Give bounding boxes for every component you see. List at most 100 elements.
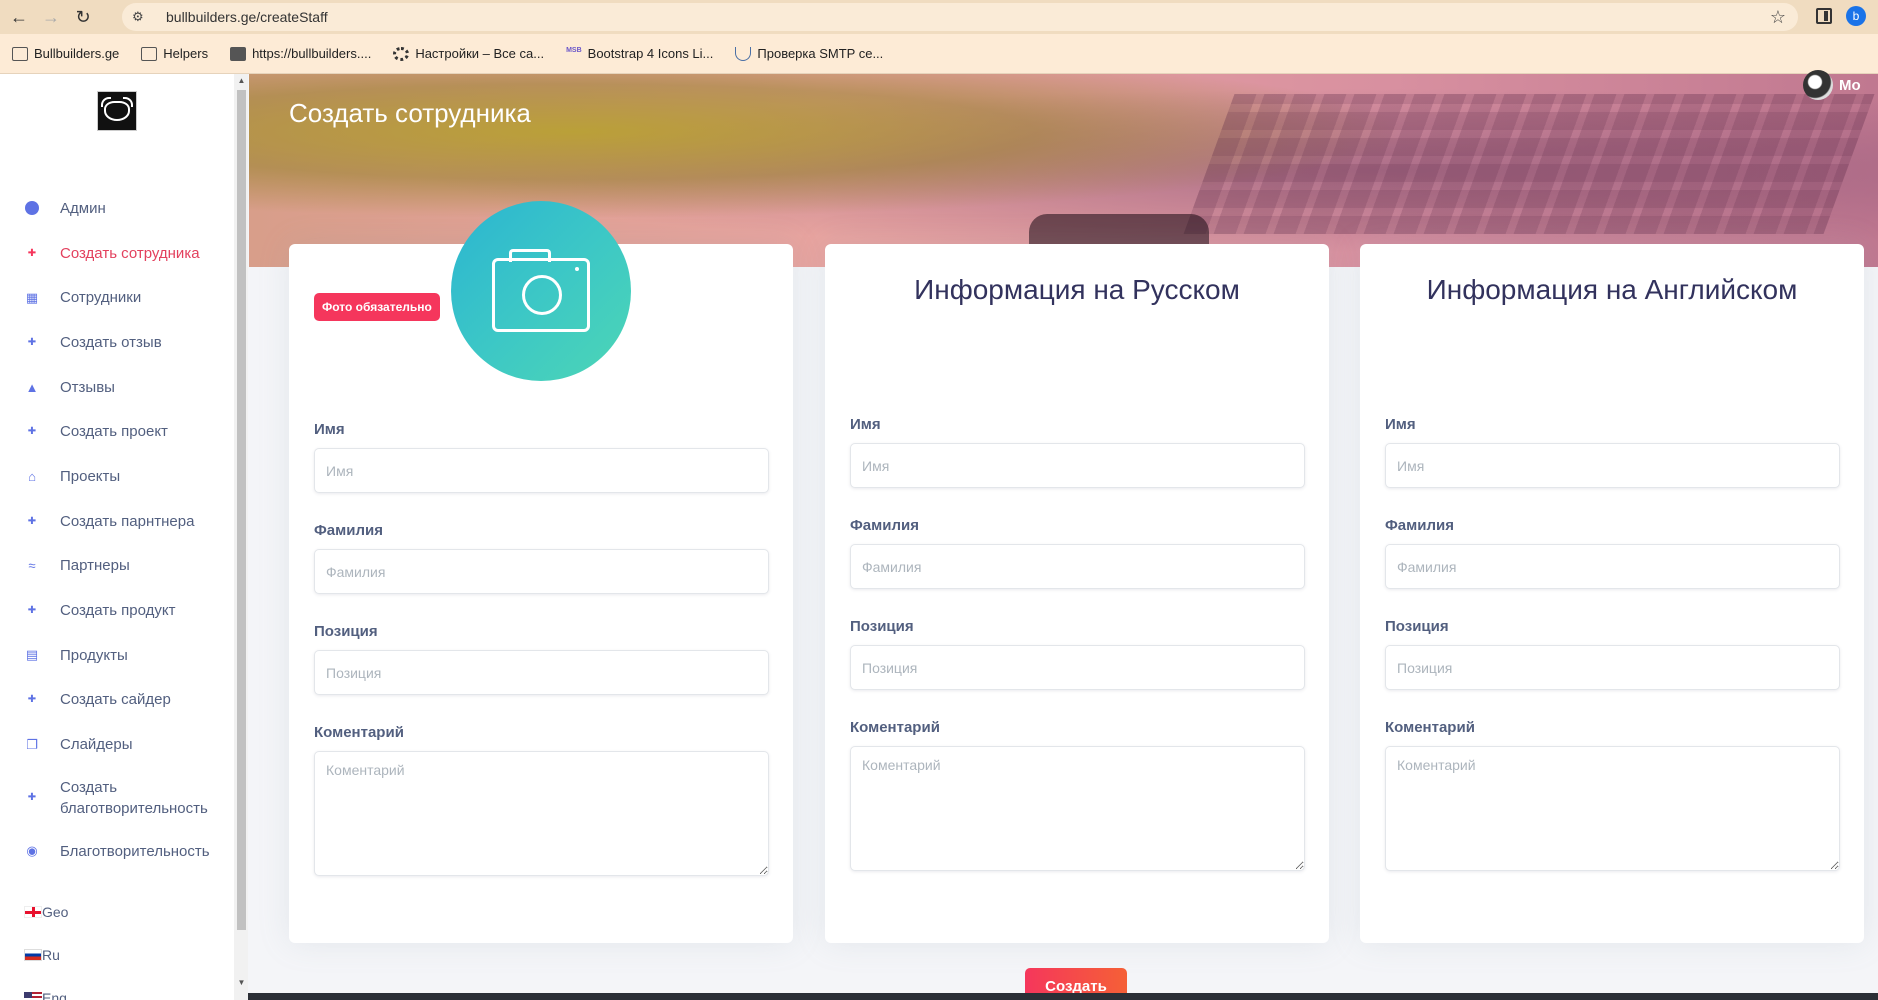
thumbs-up-icon: ▲ xyxy=(25,379,39,395)
en-last-name-input[interactable] xyxy=(1385,544,1840,589)
sidebar-item-label: Создать сотрудника xyxy=(60,244,200,262)
ru-position-label: Позиция xyxy=(850,618,914,635)
site-settings-icon[interactable]: ⚙ xyxy=(132,9,152,25)
en-first-name-input[interactable] xyxy=(1385,443,1840,488)
en-comment-label: Коментарий xyxy=(1385,719,1475,736)
user-menu[interactable]: Mo xyxy=(1803,70,1861,100)
en-last-name-label: Фамилия xyxy=(1385,517,1454,534)
bookmarks-bar: Bullbuilders.ge Helpers https://bullbuil… xyxy=(0,34,1878,74)
last-name-input[interactable] xyxy=(314,549,769,594)
taskbar xyxy=(248,993,1878,1000)
brand-logo[interactable] xyxy=(97,91,137,131)
sidebar-item-create-project[interactable]: ✚ Создать проект xyxy=(0,409,232,454)
gear-icon xyxy=(393,46,410,61)
usa-flag-icon xyxy=(24,991,42,1000)
side-panel-icon[interactable] xyxy=(1816,8,1832,24)
en-comment-textarea[interactable] xyxy=(1385,746,1840,871)
camera-icon xyxy=(492,249,590,332)
avatar[interactable] xyxy=(1803,70,1833,100)
sidebar-item-label: Партнеры xyxy=(60,557,130,575)
scroll-down-icon[interactable]: ▼ xyxy=(237,978,246,987)
handshake-icon: ≈ xyxy=(28,558,36,574)
sidebar-item-create-slider[interactable]: ✚ Создать сайдер xyxy=(0,678,232,723)
ru-comment-textarea[interactable] xyxy=(850,746,1305,871)
position-input[interactable] xyxy=(314,650,769,695)
bookmark-item[interactable]: https://bullbuilders.... xyxy=(230,46,371,61)
en-info-card: Информация на Английском Имя Фамилия Поз… xyxy=(1360,244,1864,943)
url-text[interactable]: bullbuilders.ge/createStaff xyxy=(166,9,328,25)
back-icon[interactable]: ← xyxy=(6,4,32,30)
bookmark-item[interactable]: Helpers xyxy=(141,46,208,61)
sidebar-item-create-product[interactable]: ✚ Создать продукт xyxy=(0,588,232,633)
sidebar-item-reviews[interactable]: ▲ Отзывы xyxy=(0,365,232,410)
sidebar-item-label: Создать продукт xyxy=(60,602,176,620)
site-favicon-icon xyxy=(230,46,247,61)
sidebar-item-label: Слайдеры xyxy=(60,736,133,754)
sidebar-scrollbar-thumb[interactable] xyxy=(237,90,246,930)
reload-icon[interactable]: ↻ xyxy=(70,4,96,30)
address-bar[interactable]: ⚙ bullbuilders.ge/createStaff ☆ xyxy=(122,3,1798,31)
comment-label: Коментарий xyxy=(314,724,404,741)
bookmark-label: Bootstrap 4 Icons Li... xyxy=(587,46,714,61)
plus-icon: ✚ xyxy=(27,605,37,617)
sidebar-item-charity[interactable]: ◉ Благотворительность xyxy=(0,829,232,874)
en-position-label: Позиция xyxy=(1385,618,1449,635)
en-card-title: Информация на Английском xyxy=(1426,274,1798,305)
lang-eng[interactable]: Eng xyxy=(24,976,68,1000)
first-name-input[interactable] xyxy=(314,448,769,493)
position-label: Позиция xyxy=(314,623,378,640)
ru-first-name-label: Имя xyxy=(850,416,881,433)
lang-label: Ru xyxy=(42,946,60,963)
first-name-label: Имя xyxy=(314,421,345,438)
bull-logo-icon xyxy=(101,97,133,121)
plus-icon: ✚ xyxy=(27,247,37,259)
ru-info-card: Информация на Русском Имя Фамилия Позици… xyxy=(825,244,1329,943)
sidebar-item-partners[interactable]: ≈ Партнеры xyxy=(0,544,232,589)
photo-card: Фото обязательно Имя Фамилия Позиция Ком… xyxy=(289,201,793,943)
comment-textarea[interactable] xyxy=(314,751,769,876)
sidebar-item-products[interactable]: ▤ Продукты xyxy=(0,633,232,678)
ru-card-title: Информация на Русском xyxy=(914,274,1240,305)
sidebar-nav: Админ ✚ Создать сотрудника ▦ Сотрудники ✚ С… xyxy=(0,186,232,874)
store-icon: ⌂ xyxy=(28,468,36,484)
keyboard-decoration xyxy=(1183,94,1875,234)
sidebar-item-staff[interactable]: ▦ Сотрудники xyxy=(0,275,232,320)
sidebar-item-create-partner[interactable]: ✚ Создать парнтнера xyxy=(0,499,232,544)
plus-icon: ✚ xyxy=(27,336,37,348)
folder-icon xyxy=(141,46,158,61)
sidebar-item-create-charity[interactable]: ✚ Создать благотворительность xyxy=(0,767,232,829)
en-position-input[interactable] xyxy=(1385,645,1840,690)
lang-geo[interactable]: Geo xyxy=(24,890,68,933)
sidebar-item-label: Сотрудники xyxy=(60,289,142,307)
user-name[interactable]: Mo xyxy=(1839,77,1861,94)
bookmark-item[interactable]: Настройки – Все са... xyxy=(393,46,544,61)
en-first-name-label: Имя xyxy=(1385,416,1416,433)
bookmark-item[interactable]: Проверка SMTP се... xyxy=(735,46,883,61)
bookmark-label: Настройки – Все са... xyxy=(415,46,545,61)
bookmark-item[interactable]: MSB Bootstrap 4 Icons Li... xyxy=(566,46,713,61)
photo-upload[interactable] xyxy=(451,201,631,381)
ru-last-name-input[interactable] xyxy=(850,544,1305,589)
ru-position-input[interactable] xyxy=(850,645,1305,690)
bookmark-item[interactable]: Bullbuilders.ge xyxy=(12,46,119,61)
page-title: Создать сотрудника xyxy=(289,98,531,128)
sidebar-item-label: Создать проект xyxy=(60,423,168,441)
forward-icon[interactable]: → xyxy=(38,4,64,30)
sidebar-item-create-review[interactable]: ✚ Создать отзыв xyxy=(0,320,232,365)
sidebar-item-label: Создать отзыв xyxy=(60,333,162,351)
plus-icon: ✚ xyxy=(27,426,37,438)
donate-icon: ◉ xyxy=(26,843,38,859)
sidebar-item-label: Админ xyxy=(60,199,106,217)
lang-label: Eng xyxy=(42,989,67,1000)
bookmark-star-icon[interactable]: ☆ xyxy=(1770,7,1786,28)
lang-ru[interactable]: Ru xyxy=(24,933,68,976)
profile-avatar[interactable]: b xyxy=(1846,6,1866,26)
ru-first-name-input[interactable] xyxy=(850,443,1305,488)
scroll-up-icon[interactable]: ▲ xyxy=(237,76,246,85)
sidebar-item-sliders[interactable]: ❐ Слайдеры xyxy=(0,722,232,767)
sidebar-item-projects[interactable]: ⌂ Проекты xyxy=(0,454,232,499)
sidebar-item-create-staff[interactable]: ✚ Создать сотрудника xyxy=(0,231,232,276)
sidebar-item-admin[interactable]: Админ xyxy=(0,186,232,231)
plus-icon: ✚ xyxy=(27,515,37,527)
sidebar: Админ ✚ Создать сотрудника ▦ Сотрудники ✚ С… xyxy=(0,74,248,1000)
